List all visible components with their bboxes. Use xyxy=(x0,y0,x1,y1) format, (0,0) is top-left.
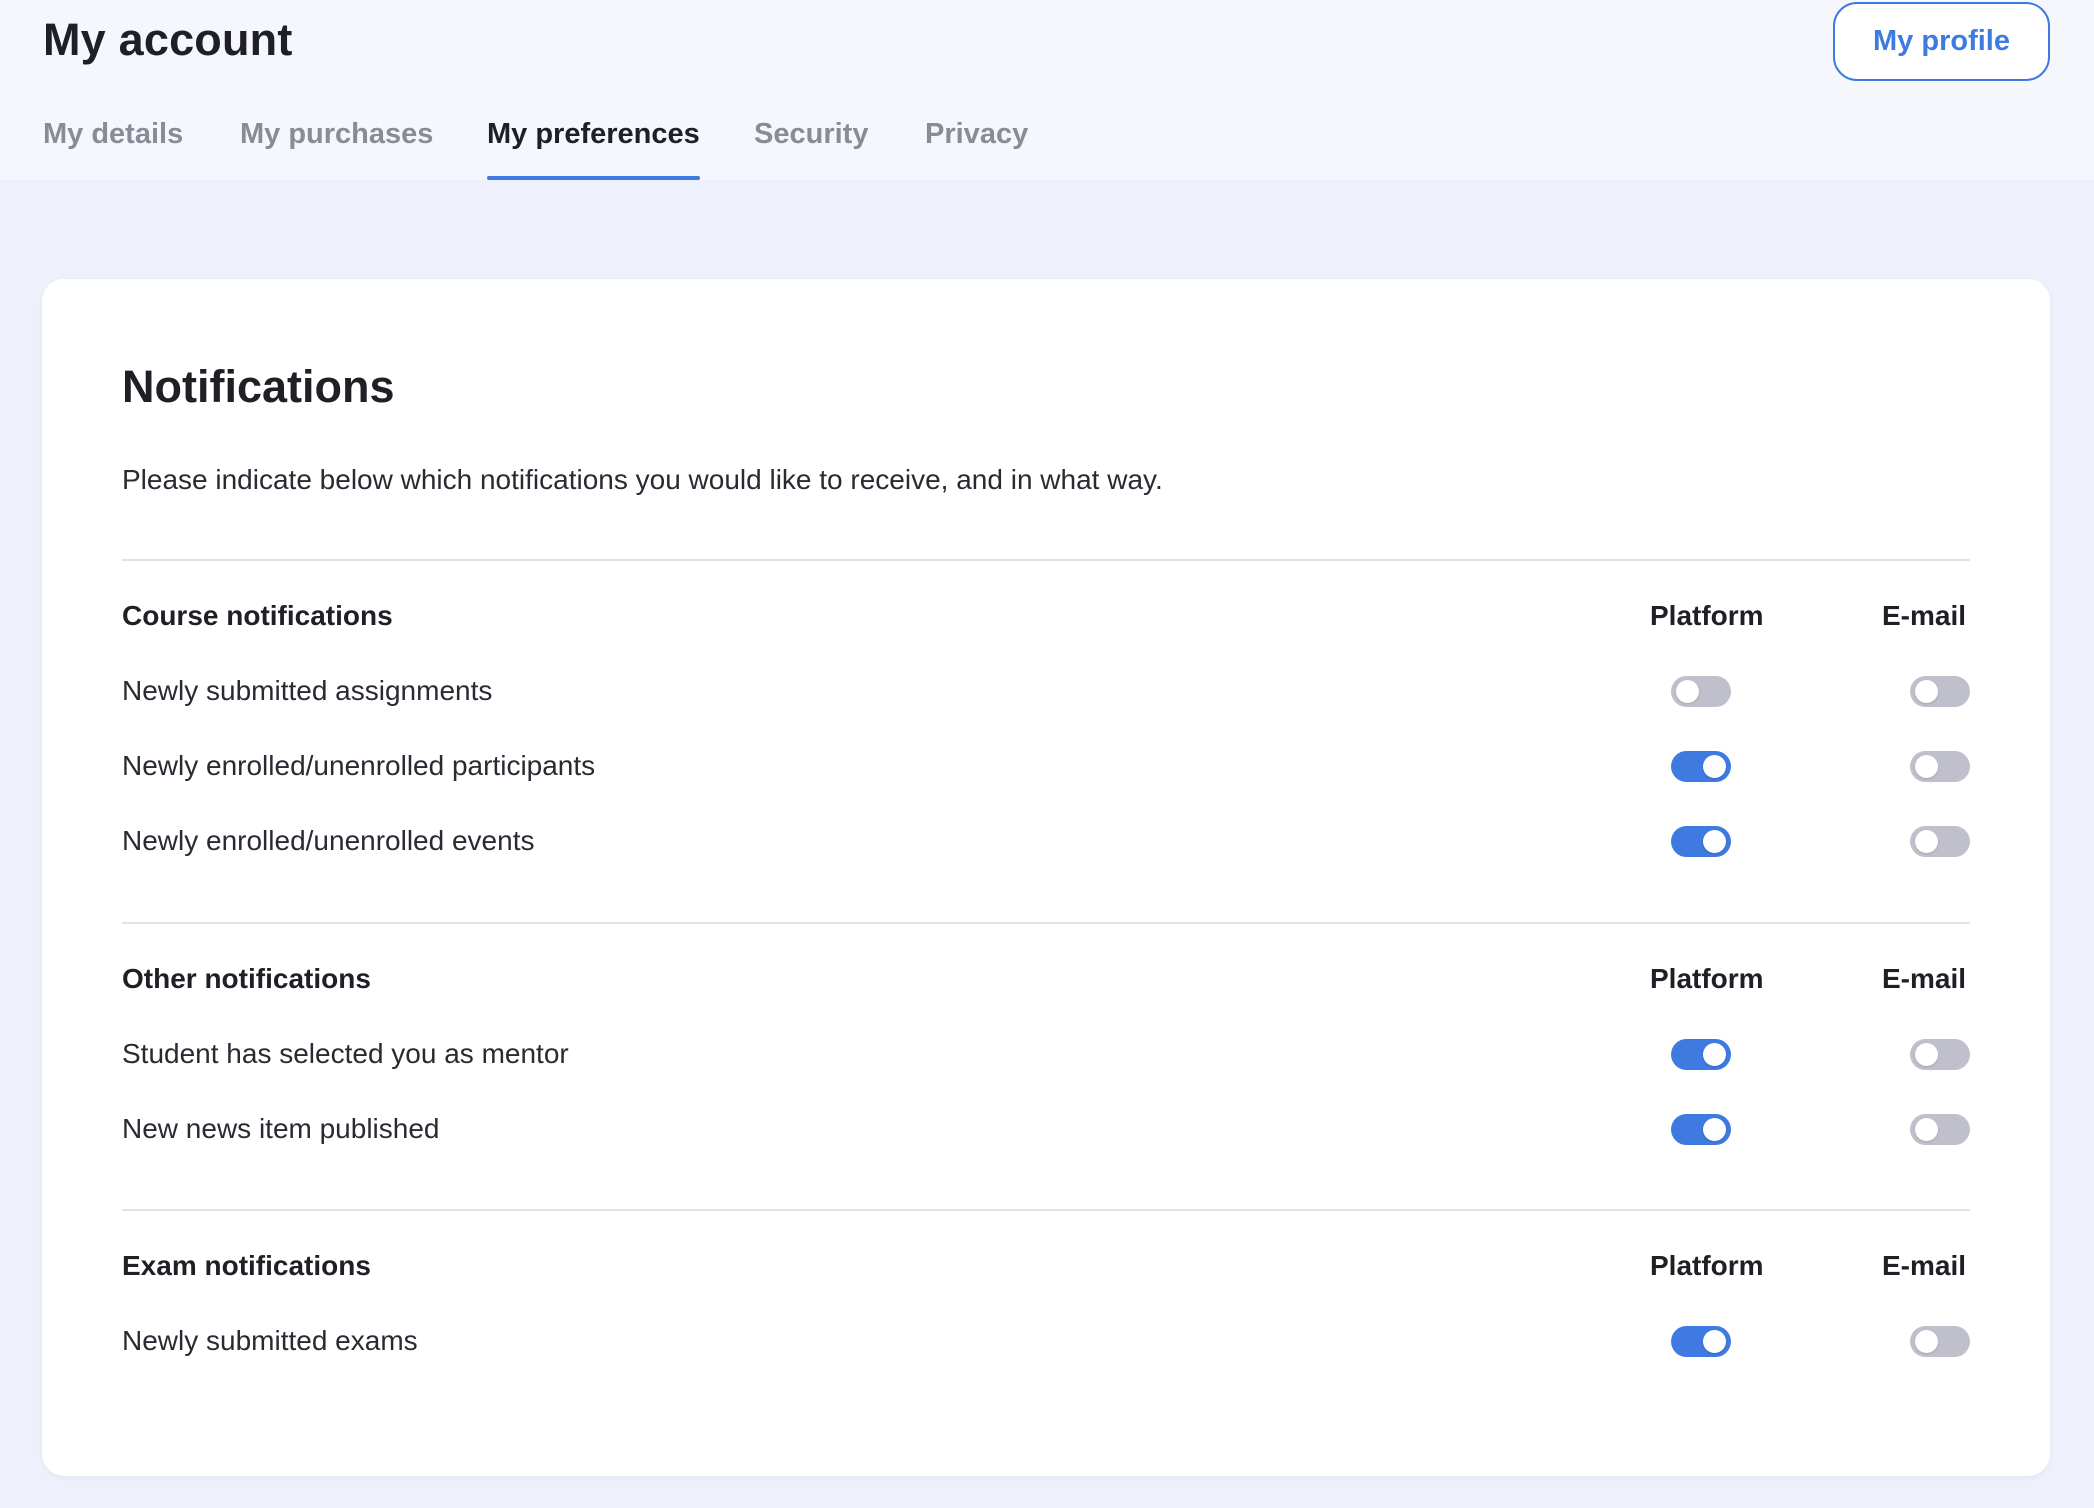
tab-my-details[interactable]: My details xyxy=(43,118,183,180)
toggle-knob xyxy=(1703,1043,1726,1066)
notification-label: Newly enrolled/unenrolled participants xyxy=(122,750,596,781)
email-toggle[interactable] xyxy=(1910,1114,1970,1145)
notification-label: Newly submitted exams xyxy=(122,1325,418,1356)
page-title: My account xyxy=(43,14,293,65)
toggle-knob xyxy=(1703,830,1726,853)
notifications-description: Please indicate below which notification… xyxy=(122,464,1163,495)
section-divider xyxy=(122,922,1970,924)
column-heading-platform: Platform xyxy=(1650,963,1764,994)
platform-toggle[interactable] xyxy=(1671,1114,1731,1145)
my-profile-button[interactable]: My profile xyxy=(1833,2,2050,81)
notifications-card: Notifications Please indicate below whic… xyxy=(42,279,2050,1476)
email-toggle[interactable] xyxy=(1910,676,1970,707)
toggle-knob xyxy=(1915,755,1938,778)
toggle-knob xyxy=(1915,830,1938,853)
platform-toggle[interactable] xyxy=(1671,676,1731,707)
notification-label: Student has selected you as mentor xyxy=(122,1038,569,1069)
notification-label: New news item published xyxy=(122,1113,440,1144)
platform-toggle[interactable] xyxy=(1671,1326,1731,1357)
tab-my-preferences[interactable]: My preferences xyxy=(487,118,700,180)
email-toggle[interactable] xyxy=(1910,826,1970,857)
column-heading-email: E-mail xyxy=(1882,963,1967,994)
column-heading-email: E-mail xyxy=(1882,600,1967,631)
tab-privacy[interactable]: Privacy xyxy=(925,118,1028,180)
platform-toggle[interactable] xyxy=(1671,751,1731,782)
toggle-knob xyxy=(1915,1118,1938,1141)
toggle-knob xyxy=(1915,680,1938,703)
section-divider xyxy=(122,559,1970,561)
toggle-knob xyxy=(1703,1330,1726,1353)
tab-security[interactable]: Security xyxy=(754,118,868,180)
platform-toggle[interactable] xyxy=(1671,826,1731,857)
toggle-knob xyxy=(1703,1118,1726,1141)
toggle-knob xyxy=(1703,755,1726,778)
tab-my-purchases[interactable]: My purchases xyxy=(240,118,433,180)
platform-toggle[interactable] xyxy=(1671,1039,1731,1070)
toggle-knob xyxy=(1915,1043,1938,1066)
column-heading-platform: Platform xyxy=(1650,600,1764,631)
toggle-knob xyxy=(1676,680,1699,703)
section-heading-exam: Exam notifications xyxy=(122,1250,371,1281)
email-toggle[interactable] xyxy=(1910,751,1970,782)
section-divider xyxy=(122,1209,1970,1211)
toggle-knob xyxy=(1915,1330,1938,1353)
column-heading-platform: Platform xyxy=(1650,1250,1764,1281)
notification-label: Newly submitted assignments xyxy=(122,675,493,706)
notifications-title: Notifications xyxy=(122,361,395,412)
section-heading-course: Course notifications xyxy=(122,600,393,631)
section-heading-other: Other notifications xyxy=(122,963,371,994)
email-toggle[interactable] xyxy=(1910,1326,1970,1357)
account-tabs: My details My purchases My preferences S… xyxy=(0,118,1200,180)
email-toggle[interactable] xyxy=(1910,1039,1970,1070)
column-heading-email: E-mail xyxy=(1882,1250,1967,1281)
page-header: My account My profile My details My purc… xyxy=(0,0,2094,180)
notification-label: Newly enrolled/unenrolled events xyxy=(122,825,535,856)
